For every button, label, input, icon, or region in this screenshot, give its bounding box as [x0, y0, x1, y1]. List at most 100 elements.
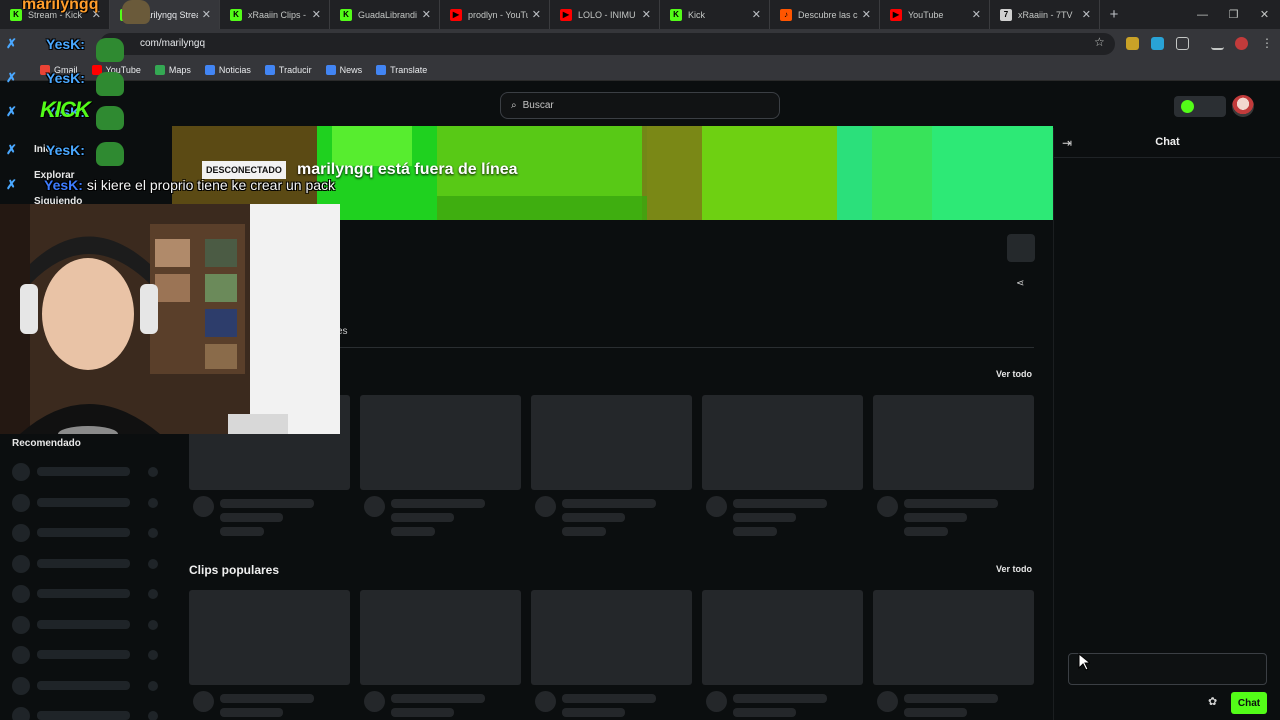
search-input[interactable] [522, 100, 753, 111]
skeleton-line [562, 499, 656, 508]
chat-send-button[interactable]: Chat [1231, 692, 1267, 714]
recommended-channel-placeholder[interactable] [12, 524, 162, 542]
follow-button[interactable] [1007, 234, 1035, 262]
chat-message-input[interactable] [1068, 653, 1267, 685]
video-card-placeholder[interactable] [531, 590, 692, 685]
skeleton-shape [37, 711, 130, 720]
browser-tab[interactable]: K GuadaLibrandi St ✕ [330, 0, 440, 29]
overlay-chatter: YesK: [46, 70, 85, 86]
recommended-channel-placeholder[interactable] [12, 707, 162, 720]
bookmark-star-icon[interactable]: ☆ [1094, 35, 1105, 49]
extensions-puzzle-icon[interactable] [1176, 37, 1189, 50]
recommended-channel-placeholder[interactable] [12, 585, 162, 603]
recommended-channel-placeholder[interactable] [12, 463, 162, 481]
tab-title: LOLO - INIMU (Vi [578, 9, 638, 20]
video-card-placeholder[interactable] [702, 590, 863, 685]
close-tab-icon[interactable]: ✕ [422, 8, 431, 21]
close-tab-icon[interactable]: ✕ [862, 8, 871, 21]
bookmark-item[interactable]: Noticias [204, 64, 251, 75]
bookmark-item[interactable]: Translate [376, 64, 428, 75]
skeleton-line [220, 499, 314, 508]
clips-section-title: Clips populares [189, 563, 280, 577]
skeleton-avatar [535, 691, 556, 712]
video-card-placeholder[interactable] [360, 590, 521, 685]
skeleton-avatar [193, 691, 214, 712]
close-tab-icon[interactable]: ✕ [202, 8, 211, 21]
restore-icon[interactable]: ❐ [1218, 0, 1249, 29]
bookmark-item[interactable]: Traducir [264, 64, 312, 75]
new-tab-button[interactable]: + [1100, 0, 1128, 29]
share-icon[interactable]: ⋖ [1016, 278, 1024, 289]
x-icon: ✗ [6, 70, 17, 85]
user-avatar[interactable] [1232, 95, 1254, 117]
account-toggle[interactable] [1174, 96, 1226, 117]
skeleton-shape [148, 467, 158, 477]
video-card-placeholder[interactable] [873, 590, 1034, 685]
extension-icon[interactable] [1126, 37, 1139, 50]
close-window-icon[interactable]: ✕ [1249, 0, 1280, 29]
skeleton-shape [148, 619, 158, 630]
skeleton-line [562, 527, 606, 536]
video-card-placeholder[interactable] [702, 395, 863, 490]
tab-favicon-icon: K [670, 8, 682, 21]
skeleton-line [562, 694, 656, 703]
kick-logo-icon [1181, 100, 1194, 113]
close-tab-icon[interactable]: ✕ [752, 8, 761, 21]
menu-dots-icon[interactable]: ⋮ [1261, 36, 1273, 50]
minimize-icon[interactable]: — [1187, 0, 1218, 29]
skeleton-shape [148, 558, 158, 569]
bookmark-favicon-icon [204, 64, 215, 75]
video-card-placeholder[interactable] [189, 590, 350, 685]
skeleton-line [904, 708, 967, 717]
skeleton-line [562, 708, 625, 717]
skeleton-line [220, 527, 264, 536]
search-box[interactable]: ⌕ [500, 92, 780, 119]
browser-tab[interactable]: 7 xRaaiin - 7TV ✕ [990, 0, 1100, 29]
video-card-placeholder[interactable] [873, 395, 1034, 490]
bookmark-item[interactable]: News [325, 64, 362, 75]
recommended-channel-placeholder[interactable] [12, 615, 162, 634]
skeleton-shape [148, 497, 158, 508]
skeleton-line [733, 513, 796, 522]
skeleton-line [904, 513, 967, 522]
see-all-link[interactable]: Ver todo [996, 369, 1032, 379]
recommended-channel-placeholder[interactable] [12, 676, 162, 695]
video-card-placeholder[interactable] [531, 395, 692, 490]
url-field[interactable]: com/marilyngq [100, 33, 1115, 55]
recommended-channel-placeholder[interactable] [12, 646, 162, 664]
clips-see-all-link[interactable]: Ver todo [996, 564, 1032, 574]
bookmark-favicon-icon [376, 64, 387, 75]
skeleton-line [391, 499, 485, 508]
browser-tab[interactable]: ♪ Descubre las canc ✕ [770, 0, 880, 29]
close-tab-icon[interactable]: ✕ [642, 8, 651, 21]
browser-tab[interactable]: KxRaaiin Clips - W ✕ [220, 0, 330, 29]
reading-list-icon[interactable] [1211, 37, 1224, 50]
video-card-placeholder[interactable] [360, 395, 521, 490]
browser-tab[interactable]: ▶ YouTube ✕ [880, 0, 990, 29]
close-tab-icon[interactable]: ✕ [972, 8, 981, 21]
browser-tab[interactable]: ▶ LOLO - INIMU (Vi ✕ [550, 0, 660, 29]
bookmark-item[interactable]: Maps [154, 64, 191, 75]
profile-avatar[interactable] [1235, 37, 1248, 50]
bookmark-label: Translate [390, 64, 428, 75]
overlay-chat-message: YesK: si kiere el proprio tiene ke crear… [44, 177, 335, 193]
tab-title: Kick [688, 9, 706, 20]
skeleton-shape [37, 528, 130, 537]
search-icon: ⌕ [511, 100, 517, 111]
recommended-channel-placeholder[interactable] [12, 554, 162, 573]
browser-tab[interactable]: ▶ prodlyn - YouTub ✕ [440, 0, 550, 29]
close-tab-icon[interactable]: ✕ [312, 8, 321, 21]
close-tab-icon[interactable]: ✕ [1082, 8, 1091, 21]
skeleton-avatar [193, 496, 214, 517]
recommended-channel-placeholder[interactable] [12, 493, 162, 512]
extension-icon[interactable] [1151, 37, 1164, 50]
browser-tab[interactable]: K Kick ✕ [660, 0, 770, 29]
skeleton-line [391, 513, 454, 522]
chat-settings-icon[interactable]: ✿ [1208, 695, 1217, 708]
tab-favicon-icon: 7 [1000, 8, 1012, 21]
close-tab-icon[interactable]: ✕ [532, 8, 541, 21]
kick-emote: KICK [40, 97, 91, 122]
skeleton-shape [12, 554, 30, 573]
emote-icon [122, 0, 150, 24]
bookmark-label: Traducir [278, 64, 312, 75]
